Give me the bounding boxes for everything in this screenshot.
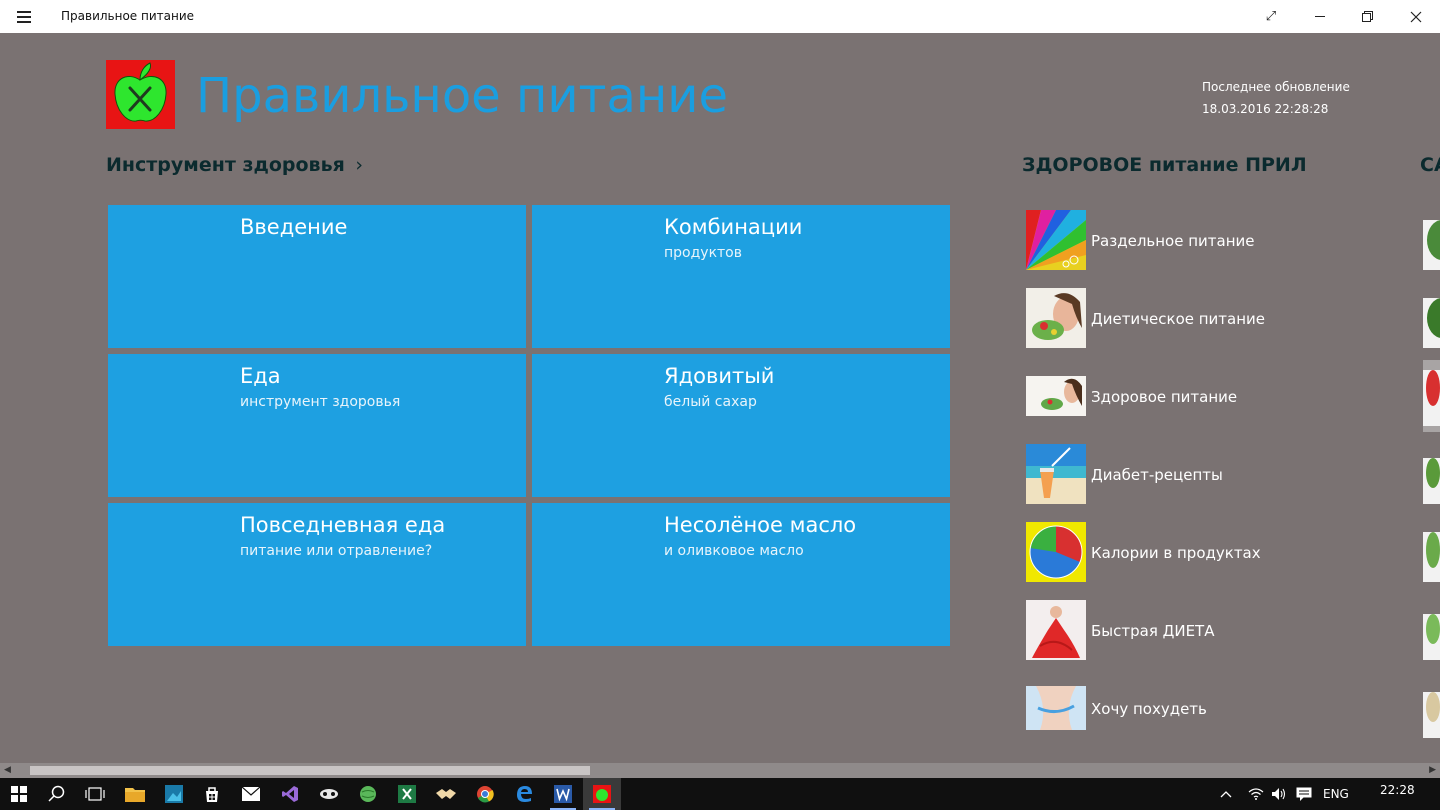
list-item-label: Диабет-рецепты [1091,466,1223,484]
tile-food[interactable]: Еда инструмент здоровья [108,354,526,497]
clock[interactable]: 22:28 [1380,774,1415,806]
healthy-eating-thumbnail [1026,366,1086,426]
last-update: Последнее обновление 18.03.2016 22:28:28 [1202,76,1350,120]
volume-icon[interactable] [1271,778,1287,810]
tile-subtitle: инструмент здоровья [240,394,401,410]
search-icon[interactable] [38,778,76,810]
title-bar: Правильное питание ⤢ [0,0,1440,33]
chevron-right-icon: › [355,154,364,176]
minimize-icon[interactable] [1297,0,1343,33]
edge-icon[interactable] [505,778,543,810]
list-item[interactable]: Диетическое питание [1024,288,1354,350]
tile-poisonous[interactable]: Ядовитый белый сахар [532,354,950,497]
windows-start-icon[interactable] [0,778,38,810]
handshake-app-icon[interactable] [427,778,465,810]
pravilnoe-pitanie-app-icon[interactable] [583,778,621,810]
scroll-left-icon[interactable]: ◀ [4,765,11,775]
partial-thumbnail[interactable] [1423,210,1440,270]
list-item[interactable]: Раздельное питание [1024,210,1354,272]
photo-app-icon[interactable] [155,778,193,810]
list-item-label: Диетическое питание [1091,310,1266,328]
rainbow-fan-thumbnail [1026,210,1086,270]
notification-icon[interactable] [1296,778,1312,810]
partial-thumbnail[interactable] [1423,444,1440,504]
tile-title: Ядовитый [664,364,775,388]
file-explorer-icon[interactable] [116,778,154,810]
pie-chart-thumbnail [1026,522,1086,582]
tile-title: Введение [240,215,348,239]
close-icon[interactable] [1393,0,1439,33]
visual-studio-icon[interactable] [271,778,309,810]
scrollbar-thumb[interactable] [30,766,590,775]
horizontal-scrollbar[interactable]: ◀ ▶ [0,763,1440,778]
hamburger-menu-icon[interactable] [12,6,36,26]
restore-icon[interactable] [1344,0,1390,33]
wifi-icon[interactable] [1248,778,1264,810]
tile-everyday-food[interactable]: Повседневная еда питание или отравление? [108,503,526,646]
mask-app-icon[interactable] [310,778,348,810]
input-language[interactable]: ENG [1323,778,1349,810]
excel-icon[interactable] [388,778,426,810]
tile-title: Несолёное масло [664,513,857,537]
list-item[interactable]: Здоровое питание [1024,366,1354,428]
list-item[interactable]: Калории в продуктах [1024,522,1354,584]
list-item-label: Здоровое питание [1091,388,1238,406]
tile-combinations[interactable]: Комбинации продуктов [532,205,950,348]
word-icon[interactable] [544,778,582,810]
app-title: Правильное питание [196,68,729,124]
globe-app-icon[interactable] [349,778,387,810]
app-logo [106,60,175,129]
tile-subtitle: продуктов [664,245,742,261]
tile-subtitle: и оливковое масло [664,543,804,559]
list-item-label: Быстрая ДИЕТА [1091,622,1215,640]
window-title: Правильное питание [61,9,195,23]
partial-thumbnail[interactable] [1423,288,1440,348]
beach-drink-thumbnail [1026,444,1086,504]
partial-thumbnail-selected[interactable] [1423,360,1440,432]
list-item-label: Хочу похудеть [1091,700,1207,718]
show-hidden-icons-icon[interactable] [1220,778,1232,810]
fullscreen-icon[interactable]: ⤢ [1248,0,1294,33]
tile-title: Комбинации [664,215,803,239]
update-value: 18.03.2016 22:28:28 [1202,102,1329,116]
list-item-label: Калории в продуктах [1091,544,1261,562]
tile-title: Еда [240,364,281,388]
scroll-right-icon[interactable]: ▶ [1429,765,1436,775]
tile-subtitle: белый сахар [664,394,757,410]
partial-thumbnail[interactable] [1423,600,1440,660]
tile-subtitle: питание или отравление? [240,543,433,559]
partial-thumbnail[interactable] [1423,522,1440,582]
update-label: Последнее обновление [1202,80,1350,94]
partial-thumbnail[interactable] [1423,678,1440,738]
section-heading-label: Инструмент здоровья [106,154,345,176]
section-heading-healthy-apps[interactable]: ЗДОРОВОЕ питание ПРИЛ [1022,154,1307,176]
mail-icon[interactable] [232,778,270,810]
tile-title: Повседневная еда [240,513,446,537]
list-item[interactable]: Быстрая ДИЕТА [1024,600,1354,662]
tile-introduction[interactable]: Введение [108,205,526,348]
store-icon[interactable] [193,778,231,810]
measuring-tape-thumbnail [1026,678,1086,738]
taskbar: ENG 22:28 [0,778,1440,810]
list-item[interactable]: Диабет-рецепты [1024,444,1354,506]
list-item[interactable]: Хочу похудеть [1024,678,1354,740]
chrome-icon[interactable] [466,778,504,810]
woman-eating-salad-thumbnail [1026,288,1086,348]
red-dress-thumbnail [1026,600,1086,660]
task-view-icon[interactable] [76,778,114,810]
list-item-label: Раздельное питание [1091,232,1255,250]
section-heading-partial[interactable]: СА [1420,154,1440,176]
tile-unsalted-butter[interactable]: Несолёное масло и оливковое масло [532,503,950,646]
section-heading-health-tool[interactable]: Инструмент здоровья › [106,154,363,176]
